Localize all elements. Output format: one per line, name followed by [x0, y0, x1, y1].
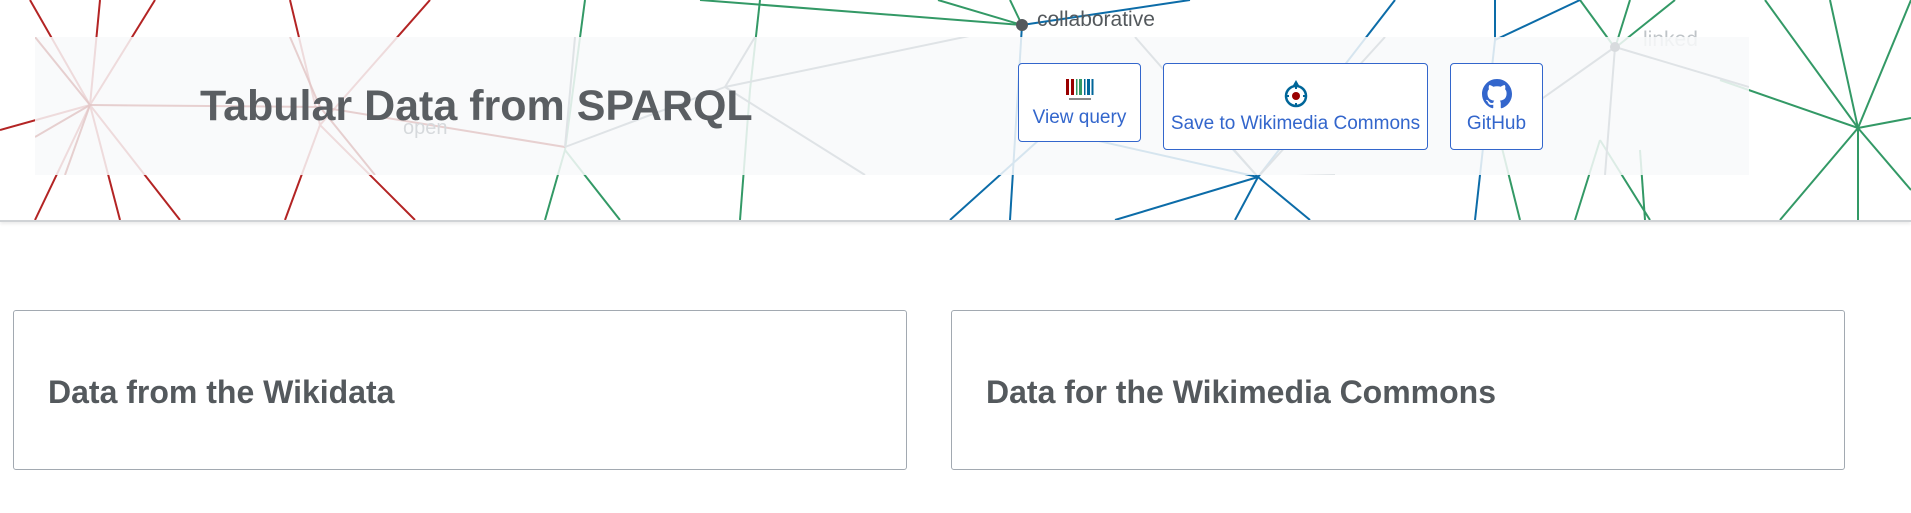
page-header: collaborative linked: [0, 0, 1911, 222]
save-to-commons-label: Save to Wikimedia Commons: [1170, 112, 1421, 134]
view-query-label: View query: [1032, 106, 1127, 128]
github-octocat-icon: [1481, 78, 1512, 108]
wikidata-card-title: Data from the Wikidata: [48, 374, 395, 410]
view-query-button[interactable]: View query: [1018, 63, 1141, 142]
github-label: GitHub: [1466, 112, 1527, 134]
github-button[interactable]: GitHub: [1450, 63, 1543, 150]
save-to-commons-button[interactable]: Save to Wikimedia Commons: [1163, 63, 1428, 150]
wikidata-barcode-icon: [1065, 78, 1093, 100]
wikimedia-commons-icon: [1284, 79, 1307, 107]
commons-card-title: Data for the Wikimedia Commons: [986, 374, 1497, 410]
wikidata-data-card: Data from the Wikidata: [13, 310, 907, 470]
page-title: Tabular Data from SPARQL: [200, 82, 753, 130]
commons-data-card: Data for the Wikimedia Commons: [951, 310, 1845, 470]
network-word-collaborative: collaborative: [1037, 8, 1155, 31]
